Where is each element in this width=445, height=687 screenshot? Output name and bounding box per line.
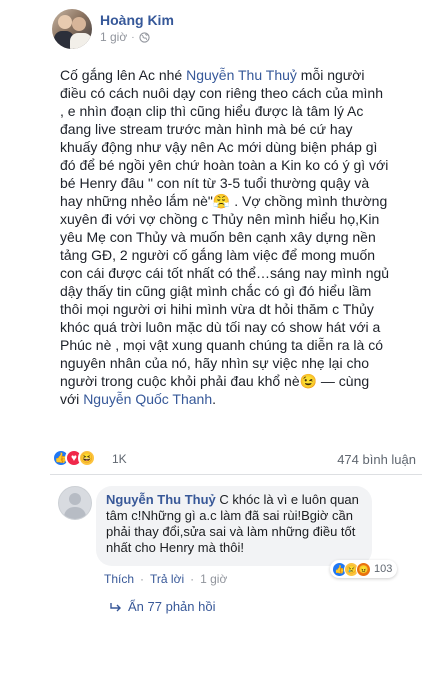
like-comment-link[interactable]: Thích [104, 572, 134, 586]
action-separator: · [190, 572, 195, 586]
comment-actions: Thích · Trả lời · 1 giờ [104, 572, 227, 586]
reply-comment-link[interactable]: Trả lời [150, 572, 184, 586]
post-body: Cố gắng lên Ac nhé Nguyễn Thu Thuỷ mỗi n… [60, 66, 390, 408]
comment-reaction-count: 103 [374, 563, 393, 575]
post-time[interactable]: 1 giờ [100, 30, 127, 44]
commenter-name[interactable]: Nguyễn Thu Thuỷ [106, 492, 216, 507]
hide-replies-label: Ẩn 77 phản hồi [128, 599, 216, 614]
tagged-friend-link[interactable]: Nguyễn Quốc Thanh [83, 391, 212, 407]
post-author-name[interactable]: Hoàng Kim [100, 12, 174, 28]
post-text-end: . [212, 391, 217, 407]
post-meta: 1 giờ · [100, 30, 150, 44]
avatar-figure [58, 15, 72, 29]
action-separator: · [140, 572, 145, 586]
comment-bubble: Nguyễn Thu Thuỷ C khóc là vì e luôn quan… [96, 486, 372, 566]
post-text-segment: mỗi người điều có cách nuôi dạy con riên… [60, 67, 390, 407]
comment-reactions[interactable]: 👍 😢 😠 103 [330, 560, 398, 578]
avatar-figure [72, 17, 86, 31]
avatar-figure [70, 33, 92, 49]
reaction-count[interactable]: 1K [112, 452, 127, 466]
angry-icon: 😠 [356, 561, 371, 577]
post-paragraph: Cố gắng lên Ac nhé Nguyễn Thu Thuỷ mỗi n… [60, 66, 390, 408]
mention-link[interactable]: Nguyễn Thu Thuỷ [186, 67, 297, 83]
avatar-placeholder [69, 493, 81, 505]
divider [50, 474, 422, 475]
haha-icon: 😆 [78, 449, 96, 467]
author-avatar[interactable] [52, 9, 92, 49]
meta-separator: · [131, 31, 135, 43]
comment-count[interactable]: 474 bình luận [337, 452, 416, 467]
hide-replies-link[interactable]: Ẩn 77 phản hồi [110, 599, 215, 614]
reactions-bar: 👍 ♥ 😆 1K 474 bình luận [52, 449, 422, 469]
avatar-placeholder [64, 507, 86, 519]
reply-arrow-icon [110, 602, 121, 611]
post-text-segment: Cố gắng lên Ac nhé [60, 67, 187, 83]
globe-icon[interactable] [138, 31, 150, 43]
comment-time[interactable]: 1 giờ [200, 572, 227, 586]
reaction-icons[interactable]: 👍 ♥ 😆 [52, 449, 96, 467]
commenter-avatar[interactable] [58, 486, 92, 520]
